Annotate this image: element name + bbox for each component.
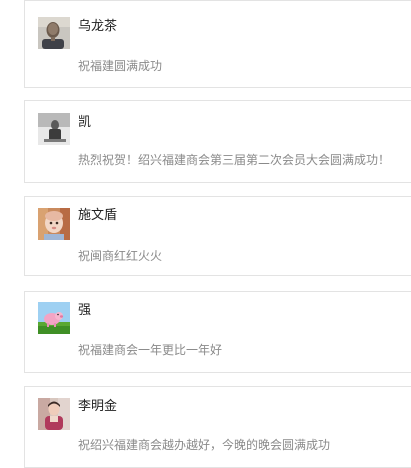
comment-card: 乌龙茶 祝福建圆满成功 (24, 0, 411, 88)
user-avatar[interactable] (38, 113, 70, 145)
comment-card: 强 祝福建商会一年更比一年好 (24, 291, 411, 373)
comment-message: 祝绍兴福建商会越办越好，今晚的晚会圆满成功 (78, 438, 331, 452)
user-avatar[interactable] (38, 302, 70, 334)
comment-message: 祝福建商会一年更比一年好 (78, 343, 223, 357)
comment-message: 祝福建圆满成功 (78, 59, 163, 73)
person-photo-avatar-icon (38, 398, 70, 430)
comment-username[interactable]: 强 (78, 303, 91, 319)
comment-message: 祝闽商红红火火 (78, 249, 163, 263)
comment-username[interactable]: 乌龙茶 (78, 19, 117, 35)
user-avatar[interactable] (38, 398, 70, 430)
cartoon-pig-avatar-icon (38, 302, 70, 334)
comment-username[interactable]: 李明金 (78, 399, 117, 415)
comment-list: 乌龙茶 祝福建圆满成功 凯 热烈祝贺！绍兴福建商会第三届第二次会员大会圆满成功！ (0, 0, 411, 468)
comment-card: 凯 热烈祝贺！绍兴福建商会第三届第二次会员大会圆满成功！ (24, 100, 411, 183)
comment-message: 热烈祝贺！绍兴福建商会第三届第二次会员大会圆满成功！ (78, 153, 391, 167)
user-avatar[interactable] (38, 17, 70, 49)
person-photo-avatar-icon (38, 113, 70, 145)
person-photo-avatar-icon (38, 17, 70, 49)
baby-photo-avatar-icon (38, 208, 70, 240)
comment-card: 施文盾 祝闽商红红火火 (24, 196, 411, 276)
comment-username[interactable]: 凯 (78, 115, 91, 131)
comment-username[interactable]: 施文盾 (78, 208, 117, 224)
user-avatar[interactable] (38, 208, 70, 240)
comment-card: 李明金 祝绍兴福建商会越办越好，今晚的晚会圆满成功 (24, 386, 411, 468)
